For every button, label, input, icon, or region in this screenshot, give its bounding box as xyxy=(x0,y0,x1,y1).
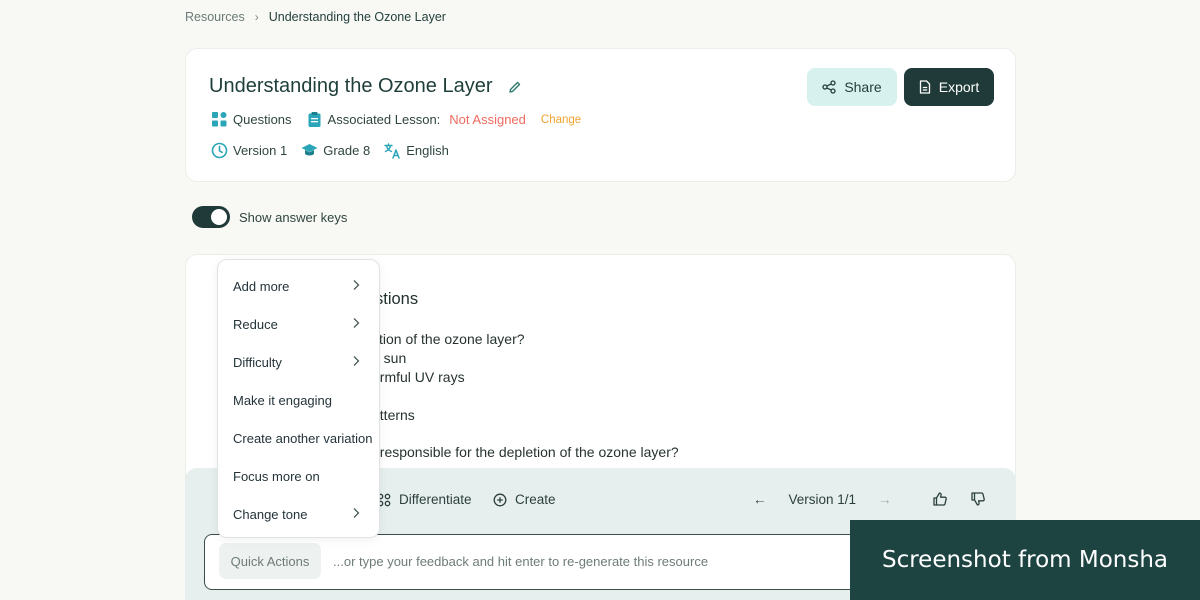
export-button-label: Export xyxy=(938,79,980,95)
menu-item-change-tone[interactable]: Change tone xyxy=(218,495,379,533)
breadcrumb-current: Understanding the Ozone Layer xyxy=(268,10,446,24)
menu-item-label: Reduce xyxy=(233,316,278,332)
answer-keys-label: Show answer keys xyxy=(239,209,348,225)
quick-actions-menu: Add more Reduce Difficulty Make it engag… xyxy=(217,259,380,538)
lesson-status: Not Assigned xyxy=(449,112,526,127)
grade-info: Grade 8 xyxy=(301,142,370,159)
graduation-cap-icon xyxy=(301,144,318,156)
questions-icon xyxy=(212,112,227,127)
question-line: ction of the ozone layer? xyxy=(372,331,525,347)
export-button[interactable]: Export xyxy=(904,68,994,106)
document-icon xyxy=(919,80,930,94)
menu-item-label: Create another variation xyxy=(233,430,373,446)
pencil-icon[interactable] xyxy=(507,79,523,95)
clipboard-icon xyxy=(308,112,321,127)
create-label: Create xyxy=(515,492,556,507)
watermark-banner: Screenshot from Monsha xyxy=(850,520,1200,600)
share-button[interactable]: Share xyxy=(807,68,897,106)
menu-item-add-more[interactable]: Add more xyxy=(218,267,379,305)
quick-actions-button[interactable]: Quick Actions xyxy=(219,543,321,579)
differentiate-label: Differentiate xyxy=(399,492,472,507)
share-button-label: Share xyxy=(844,79,882,95)
menu-item-focus-more[interactable]: Focus more on xyxy=(218,457,379,495)
question-line: t responsible for the depletion of the o… xyxy=(372,444,679,460)
chevron-right-icon xyxy=(353,280,360,290)
resource-type: Questions xyxy=(211,111,292,128)
resource-header-card: Understanding the Ozone Layer Questions … xyxy=(185,48,1016,182)
menu-item-label: Focus more on xyxy=(233,468,320,484)
menu-item-difficulty[interactable]: Difficulty xyxy=(218,343,379,381)
resource-type-label: Questions xyxy=(233,112,292,127)
menu-item-label: Add more xyxy=(233,278,290,294)
clock-icon xyxy=(211,142,228,159)
page-title: Understanding the Ozone Layer xyxy=(209,75,493,97)
answer-keys-toggle-row: Show answer keys xyxy=(192,206,347,228)
breadcrumb: Resources › Understanding the Ozone Laye… xyxy=(185,10,446,24)
previous-version-arrow-icon[interactable]: ← xyxy=(753,492,767,507)
title-row: Understanding the Ozone Layer xyxy=(209,75,523,98)
chevron-right-icon xyxy=(353,318,360,328)
language-label: English xyxy=(406,143,449,158)
answer-option-line: armful UV rays xyxy=(372,369,465,385)
translate-icon xyxy=(384,143,400,159)
version-label: Version 1 xyxy=(233,143,288,158)
language-info: English xyxy=(384,142,449,159)
menu-item-label: Make it engaging xyxy=(233,392,333,408)
feedback-input[interactable] xyxy=(333,545,833,577)
version-info: Version 1 xyxy=(211,142,287,159)
section-title: stions xyxy=(375,290,419,308)
meta-row-secondary: Version 1 Grade 8 English xyxy=(211,142,463,159)
toggle-knob xyxy=(211,209,227,225)
associated-lesson-label: Associated Lesson: xyxy=(327,112,441,127)
answer-keys-toggle[interactable] xyxy=(192,206,230,228)
menu-item-another-variation[interactable]: Create another variation xyxy=(218,419,379,457)
plus-circle-icon xyxy=(493,493,507,506)
menu-item-make-engaging[interactable]: Make it engaging xyxy=(218,381,379,419)
grade-label: Grade 8 xyxy=(323,143,371,158)
version-navigator: ← Version 1/1 → xyxy=(753,492,892,507)
associated-lesson: Associated Lesson: Not Assigned Change xyxy=(306,111,581,128)
menu-item-label: Difficulty xyxy=(233,354,282,370)
breadcrumb-resources-link[interactable]: Resources xyxy=(185,10,245,24)
share-icon xyxy=(822,80,836,94)
differentiate-button[interactable]: Differentiate xyxy=(377,492,472,507)
version-counter: Version 1/1 xyxy=(788,492,857,507)
create-button[interactable]: Create xyxy=(493,492,556,507)
menu-item-label: Change tone xyxy=(233,506,308,522)
next-version-arrow-icon[interactable]: → xyxy=(878,492,892,507)
meta-row-primary: Questions Associated Lesson: Not Assigne… xyxy=(211,111,595,128)
chevron-right-icon xyxy=(353,508,360,518)
chevron-right-icon: › xyxy=(254,10,259,24)
chevron-right-icon xyxy=(353,356,360,366)
change-lesson-link[interactable]: Change xyxy=(541,114,581,126)
menu-item-reduce[interactable]: Reduce xyxy=(218,305,379,343)
thumbs-down-icon[interactable] xyxy=(970,491,986,507)
thumbs-up-icon[interactable] xyxy=(932,491,948,507)
